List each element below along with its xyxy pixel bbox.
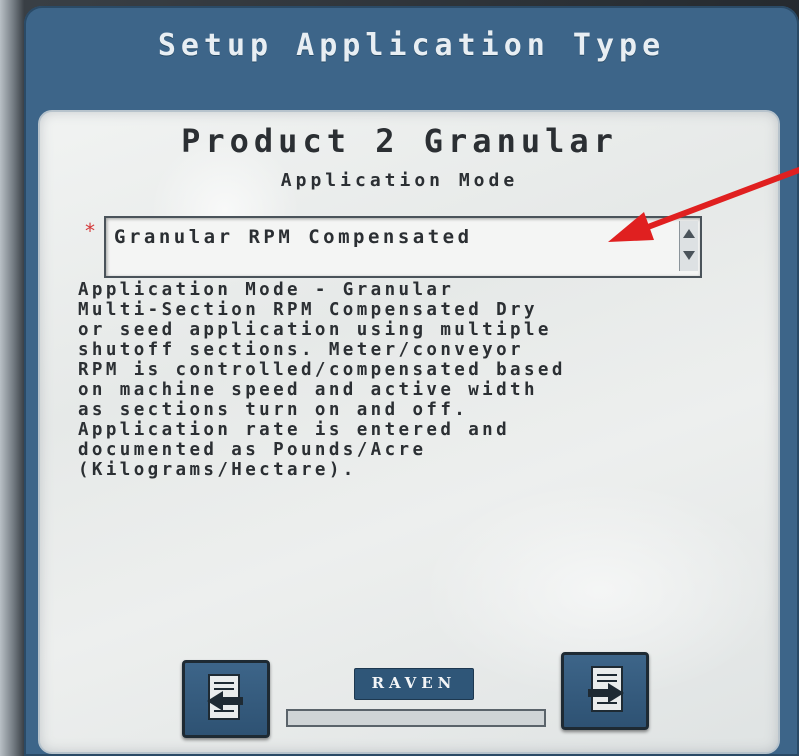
window-title: Setup Application Type [157,28,666,63]
description-line: documented as Pounds/Acre [78,440,427,460]
back-button[interactable] [182,660,270,738]
document-next-arrow-icon [588,666,624,712]
document-back-arrow-icon [207,674,243,720]
bezel-edge [0,0,24,756]
annotation-arrow-icon [608,167,799,242]
brand-name: RAVEN [371,674,457,692]
description-line: (Kilograms/Hectare). [78,460,357,480]
application-mode-value: Granular RPM Compensated [114,226,473,248]
application-mode-description: Application Mode - Granular Multi-Sectio… [78,280,758,480]
spin-down-icon[interactable] [683,251,695,260]
description-line: Application rate is entered and [78,420,511,440]
description-line: shutoff sections. Meter/conveyor [78,340,524,360]
description-line: Multi-Section RPM Compensated Dry [78,300,538,320]
required-marker: * [84,219,97,243]
description-line: Application Mode - Granular [78,280,455,300]
description-line: on machine speed and active width [78,380,538,400]
next-button[interactable] [561,652,649,730]
description-line: RPM is controlled/compensated based [78,360,566,380]
description-line: as sections turn on and off. [78,400,469,420]
product-title: Product 2 Granular [181,122,618,160]
description-line: or seed application using multiple [78,320,552,340]
progress-bar [286,709,546,727]
brand-logo: RAVEN [354,668,474,700]
